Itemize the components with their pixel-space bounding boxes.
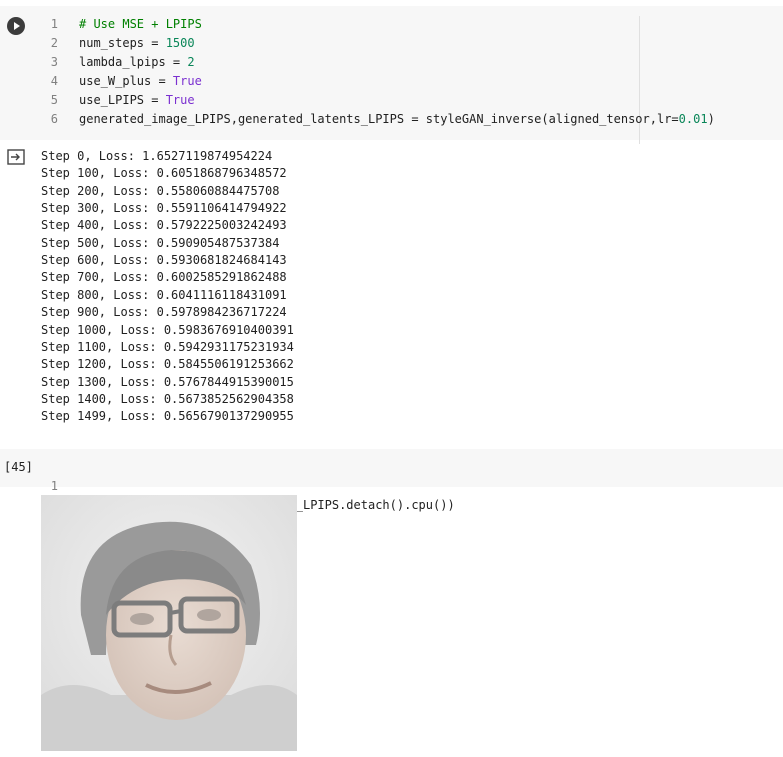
generated-image: [41, 495, 297, 751]
output-line: Step 1100, Loss: 0.5942931175231934: [41, 339, 294, 354]
line-number: 5: [50, 93, 58, 107]
code-token: generated_image_LPIPS,generated_latents_…: [79, 112, 679, 126]
code-line[interactable]: 1 G.tensor2image(generated_image_LPIPS.d…: [0, 458, 455, 512]
output-line: Step 1000, Loss: 0.5983676910400391: [41, 322, 294, 337]
output-line: Step 300, Loss: 0.5591106414794922: [41, 201, 287, 216]
code-text: use_W_plus = True: [79, 72, 202, 91]
code-token: True: [172, 74, 202, 88]
output-toggle-icon[interactable]: [7, 149, 25, 165]
line-number: 4: [50, 74, 58, 88]
code-token: 0.01: [678, 112, 708, 126]
code-token: ): [707, 112, 715, 126]
line-number: 2: [50, 36, 58, 50]
code-token: use_W_plus =: [79, 74, 173, 88]
output-line: Step 100, Loss: 0.6051868796348572: [41, 166, 287, 181]
line-number: 6: [50, 112, 58, 126]
output-line: Step 1200, Loss: 0.5845506191253662: [41, 357, 294, 372]
code-text: # Use MSE + LPIPS: [79, 15, 202, 34]
code-token: 2: [187, 55, 195, 69]
output-line: Step 900, Loss: 0.5978984236717224: [41, 305, 287, 320]
code-token: use_LPIPS =: [79, 93, 166, 107]
code-token: 1500: [165, 36, 195, 50]
line-number: 1: [50, 479, 58, 493]
output-line: Step 1300, Loss: 0.5767844915390015: [41, 374, 294, 389]
code-text: num_steps = 1500: [79, 34, 195, 53]
code-token: num_steps =: [79, 36, 166, 50]
line-number: 3: [50, 55, 58, 69]
code-text: generated_image_LPIPS,generated_latents_…: [79, 110, 715, 129]
output-line: Step 0, Loss: 1.6527119874954224: [41, 149, 273, 163]
run-cell-icon[interactable]: [7, 17, 25, 35]
code-token: # Use MSE + LPIPS: [79, 17, 202, 31]
code-token: lambda_lpips =: [79, 55, 188, 69]
output-line: Step 600, Loss: 0.5930681824684143: [41, 253, 287, 268]
output-line: Step 500, Loss: 0.590905487537384: [41, 235, 280, 250]
line-number: 1: [50, 17, 58, 31]
output-line: Step 200, Loss: 0.558060884475708: [41, 183, 280, 198]
output-line: Step 700, Loss: 0.6002585291862488: [41, 270, 287, 285]
portrait-image: [41, 495, 297, 751]
output-line: Step 1499, Loss: 0.5656790137290955: [41, 409, 294, 424]
code-cell-1[interactable]: 1 # Use MSE + LPIPS 2 num_steps = 1500 3 lamb…: [0, 6, 783, 144]
output-line: Step 800, Loss: 0.6041116118431091: [41, 287, 287, 302]
code-cell-2[interactable]: [45] 1 G.tensor2image(generated_image_LP…: [0, 449, 783, 512]
code-token: True: [165, 93, 195, 107]
code-text: lambda_lpips = 2: [79, 53, 195, 72]
code-text: use_LPIPS = True: [79, 91, 195, 110]
output-line: Step 1400, Loss: 0.5673852562904358: [41, 391, 294, 406]
output-line: Step 400, Loss: 0.5792225003242493: [41, 218, 287, 233]
